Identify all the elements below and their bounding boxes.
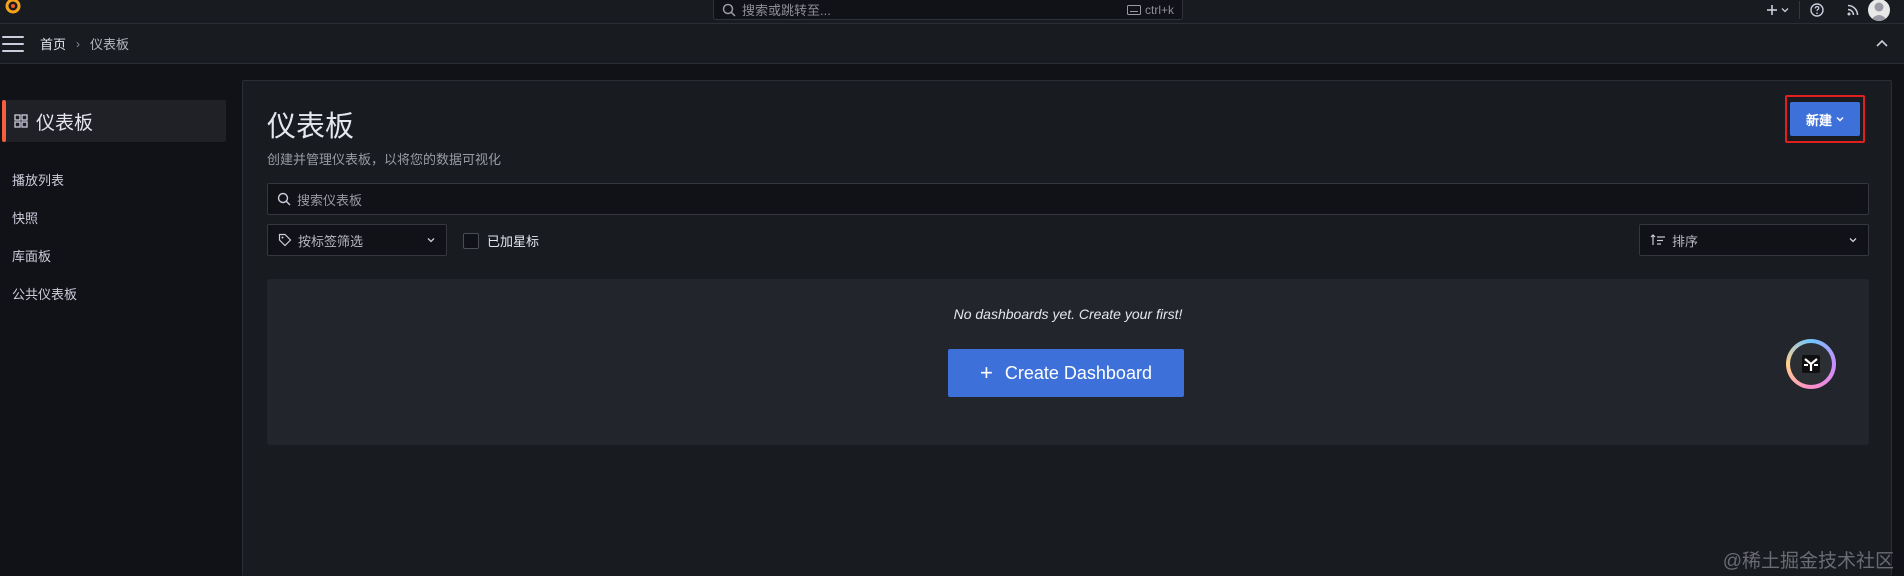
watermark: @稀土掘金技术社区 xyxy=(1722,551,1894,572)
top-bar: 搜索或跳转至... ctrl+k xyxy=(0,0,1904,24)
assistant-logo-icon xyxy=(1802,355,1820,373)
create-dashboard-label: Create Dashboard xyxy=(1004,362,1152,383)
page-title: 仪表板 xyxy=(267,111,355,143)
user-icon xyxy=(1870,2,1888,21)
sidebar: 仪表板 播放列表 快照 库面板 公共仪表板 xyxy=(0,64,228,576)
news-button[interactable] xyxy=(1846,0,1860,20)
sidebar-header[interactable]: 仪表板 xyxy=(2,100,226,142)
starred-filter[interactable]: 已加星标 xyxy=(463,231,539,250)
breadcrumb-home[interactable]: 首页 xyxy=(40,34,66,53)
tag-filter-label: 按标签筛选 xyxy=(298,233,364,249)
shortcut-text: ctrl+k xyxy=(1144,2,1174,17)
sort-label: 排序 xyxy=(1672,233,1699,249)
sidebar-title: 仪表板 xyxy=(36,112,94,134)
new-button-label: 新建 xyxy=(1805,112,1832,128)
hamburger-menu-icon[interactable] xyxy=(2,35,24,52)
add-menu-button[interactable] xyxy=(1766,0,1789,20)
user-avatar[interactable] xyxy=(1868,0,1890,21)
sidebar-item-snapshots[interactable]: 快照 xyxy=(12,208,38,227)
help-button[interactable] xyxy=(1810,0,1824,20)
new-button[interactable]: 新建 xyxy=(1790,102,1860,136)
dashboard-search-placeholder: 搜索仪表板 xyxy=(297,192,363,208)
assistant-floating-icon[interactable] xyxy=(1786,339,1836,389)
chevron-down-icon xyxy=(1781,8,1789,13)
collapse-header-button[interactable] xyxy=(1874,36,1890,52)
rss-icon xyxy=(1847,4,1859,16)
grafana-logo-icon[interactable] xyxy=(2,0,24,16)
tag-filter-select[interactable]: 按标签筛选 xyxy=(267,224,447,256)
starred-label: 已加星标 xyxy=(487,234,540,249)
divider xyxy=(1799,1,1800,19)
global-search-placeholder: 搜索或跳转至... xyxy=(742,3,831,18)
help-icon xyxy=(1810,3,1824,17)
create-dashboard-button[interactable]: + Create Dashboard xyxy=(948,349,1184,397)
keyboard-shortcut: ctrl+k xyxy=(1126,2,1174,17)
chevron-down-icon xyxy=(1836,117,1844,122)
keyboard-icon xyxy=(1126,4,1141,15)
breadcrumb-bar: 首页 › 仪表板 xyxy=(0,24,1904,64)
global-search-input[interactable]: 搜索或跳转至... ctrl+k xyxy=(713,0,1183,20)
chevron-down-icon xyxy=(427,238,435,243)
plus-icon: + xyxy=(980,360,993,385)
active-indicator xyxy=(2,100,6,142)
sidebar-item-public-dashboards[interactable]: 公共仪表板 xyxy=(12,284,77,303)
plus-icon xyxy=(1767,5,1777,15)
tag-icon xyxy=(278,233,292,247)
new-button-highlight: 新建 xyxy=(1785,95,1865,143)
breadcrumb: 首页 › 仪表板 xyxy=(40,34,129,53)
empty-state-message: No dashboards yet. Create your first! xyxy=(953,306,1183,322)
apps-grid-icon xyxy=(14,114,28,128)
sort-select[interactable]: 排序 xyxy=(1639,224,1869,256)
empty-state: No dashboards yet. Create your first! + … xyxy=(267,279,1869,445)
dashboard-search-input[interactable]: 搜索仪表板 xyxy=(267,183,1869,215)
chevron-down-icon xyxy=(1849,238,1857,243)
breadcrumb-separator: › xyxy=(76,36,81,51)
starred-checkbox[interactable] xyxy=(463,232,479,249)
search-icon xyxy=(277,192,291,206)
sidebar-item-library-panels[interactable]: 库面板 xyxy=(12,246,51,265)
search-icon xyxy=(722,3,736,17)
sidebar-item-playlists[interactable]: 播放列表 xyxy=(12,170,64,189)
sort-icon xyxy=(1650,234,1665,245)
chevron-up-icon xyxy=(1876,39,1888,47)
main-panel: 仪表板 创建并管理仪表板，以将您的数据可视化 新建 搜索仪表板 按标签筛选 已加… xyxy=(242,80,1892,576)
breadcrumb-current: 仪表板 xyxy=(90,37,130,52)
page-subtitle: 创建并管理仪表板，以将您的数据可视化 xyxy=(267,152,502,167)
